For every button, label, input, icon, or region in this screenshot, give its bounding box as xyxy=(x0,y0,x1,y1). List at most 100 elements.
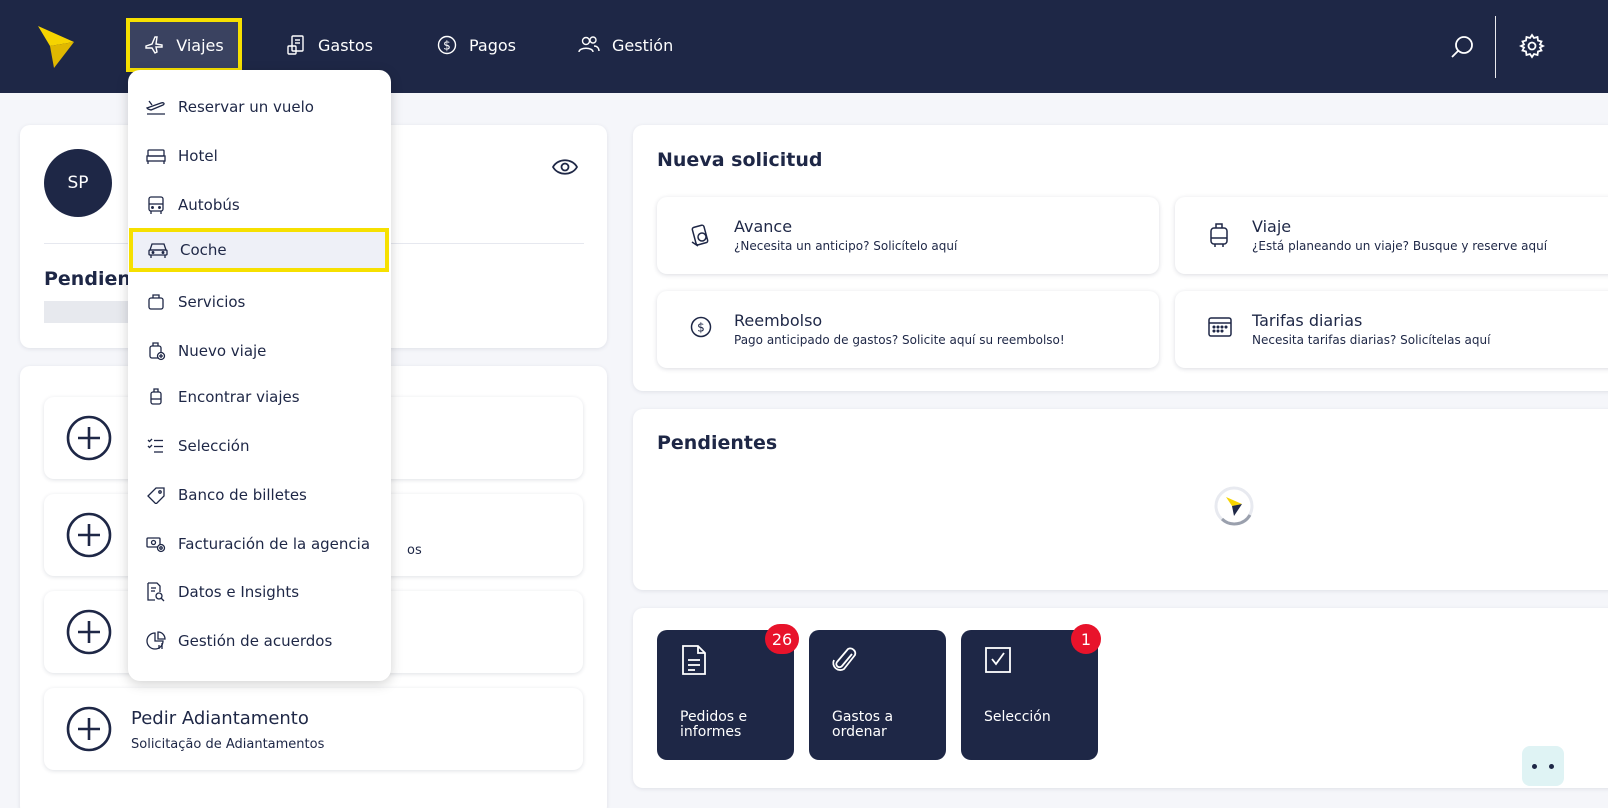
pending-title: Pendientes xyxy=(657,432,778,454)
request-tarifas-diarias[interactable]: Tarifas diarias Necesita tarifas diarias… xyxy=(1175,291,1608,368)
request-avance[interactable]: Avance ¿Necesita un anticipo? Solicítelo… xyxy=(657,197,1159,274)
menu-item-nuevo-viaje[interactable]: Nuevo viaje xyxy=(128,329,391,373)
menu-item-coche[interactable]: Coche xyxy=(129,228,389,272)
request-subtitle: Necesita tarifas diarias? Solicítelas aq… xyxy=(1252,333,1491,347)
svg-text:$: $ xyxy=(443,39,451,53)
nav-pagos[interactable]: $ Pagos xyxy=(437,18,516,72)
calendar-icon xyxy=(1208,317,1232,337)
bed-icon xyxy=(146,149,166,164)
request-title: Reembolso xyxy=(734,311,823,330)
menu-item-seleccion[interactable]: Selección xyxy=(128,424,391,468)
menu-item-label: Hotel xyxy=(178,147,218,165)
menu-item-label: Encontrar viajes xyxy=(178,388,300,406)
gear-icon[interactable] xyxy=(1519,33,1545,59)
nav-gestion[interactable]: Gestión xyxy=(578,18,673,72)
avatar[interactable]: SP xyxy=(44,149,112,217)
nav-gastos[interactable]: Gastos xyxy=(286,18,373,72)
airplane-icon xyxy=(145,36,163,54)
users-icon xyxy=(578,36,600,53)
menu-item-label: Nuevo viaje xyxy=(178,342,267,360)
request-title: Viaje xyxy=(1252,217,1292,236)
count-badge: 1 xyxy=(1071,624,1101,654)
request-title: Avance xyxy=(734,217,793,236)
document-icon xyxy=(682,645,706,675)
menu-item-encontrar-viajes[interactable]: Encontrar viajes xyxy=(128,375,391,419)
menu-item-label: Banco de billetes xyxy=(178,486,307,504)
menu-item-label: Reservar un vuelo xyxy=(178,98,314,116)
menu-item-label: Selección xyxy=(178,437,250,455)
bus-icon xyxy=(148,196,164,214)
receipt-icon xyxy=(287,35,304,55)
menu-item-label: Facturación de la agencia xyxy=(178,535,371,553)
eye-icon[interactable] xyxy=(552,157,578,177)
menu-item-banco-billetes[interactable]: Banco de billetes xyxy=(128,473,391,517)
request-title: Tarifas diarias xyxy=(1252,311,1363,330)
quick-action-subtitle: Solicitação de Adiantamentos xyxy=(131,737,325,752)
luggage-icon xyxy=(1210,223,1228,247)
nav-pagos-label: Pagos xyxy=(469,35,517,55)
menu-item-label: Autobús xyxy=(178,196,240,214)
quick-action-subtitle: os xyxy=(407,543,422,558)
menu-item-gestion-acuerdos[interactable]: Gestión de acuerdos xyxy=(128,619,391,663)
request-viaje[interactable]: Viaje ¿Está planeando un viaje? Busque y… xyxy=(1175,197,1608,274)
tile-pedidos-informes[interactable]: Pedidos e informes 26 xyxy=(657,624,799,760)
loading-spinner-icon xyxy=(1214,486,1254,526)
quick-action-title: Pedir Adiantamento xyxy=(131,708,309,729)
nav-viajes-label: Viajes xyxy=(176,35,224,55)
chat-eye-dot xyxy=(1549,764,1554,769)
agreement-chart-icon xyxy=(146,631,166,650)
menu-item-hotel[interactable]: Hotel xyxy=(128,134,391,178)
nav-gastos-label: Gastos xyxy=(318,35,373,55)
checkbox-icon xyxy=(985,647,1011,673)
car-icon xyxy=(148,243,168,258)
new-request-title: Nueva solicitud xyxy=(657,149,823,171)
dollar-icon: $ xyxy=(690,316,712,338)
nav-viajes[interactable]: Viajes xyxy=(126,18,242,72)
dollar-circle-icon: $ xyxy=(437,35,457,55)
luggage-icon xyxy=(150,388,162,405)
advance-icon xyxy=(691,224,709,247)
plus-circle-icon xyxy=(66,706,112,752)
menu-item-facturacion-agencia[interactable]: Facturación de la agencia xyxy=(128,522,391,566)
ticket-icon xyxy=(147,487,165,504)
briefcase-icon xyxy=(148,294,164,310)
nav-divider xyxy=(1495,16,1496,78)
luggage-add-icon xyxy=(149,342,166,361)
plus-circle-icon xyxy=(66,512,112,558)
plus-circle-icon xyxy=(66,609,112,655)
chat-eye-dot xyxy=(1532,764,1537,769)
menu-item-label: Servicios xyxy=(178,293,246,311)
tile-label: Pedidos e informes xyxy=(680,709,748,740)
request-reembolso[interactable]: $ Reembolso Pago anticipado de gastos? S… xyxy=(657,291,1159,368)
report-search-icon xyxy=(147,582,165,602)
tile-label: Selección xyxy=(984,709,1051,725)
menu-item-autobus[interactable]: Autobús xyxy=(128,183,391,227)
search-icon[interactable] xyxy=(1450,34,1476,60)
billing-settings-icon xyxy=(146,537,166,553)
svg-text:$: $ xyxy=(697,321,705,335)
menu-item-datos-insights[interactable]: Datos e Insights xyxy=(128,570,391,614)
count-badge: 26 xyxy=(765,624,799,654)
new-request-card: Nueva solicitud Avance ¿Necesita un anti… xyxy=(633,125,1608,391)
menu-item-servicios[interactable]: Servicios xyxy=(128,280,391,324)
tile-seleccion[interactable]: Selección 1 xyxy=(961,624,1101,760)
checklist-icon xyxy=(147,438,163,453)
quick-action-pedir-adiantamento[interactable]: Pedir Adiantamento Solicitação de Adiant… xyxy=(44,688,583,770)
plus-circle-icon xyxy=(66,415,112,461)
request-subtitle: ¿Necesita un anticipo? Solicítelo aquí xyxy=(734,239,958,253)
flight-takeoff-icon xyxy=(146,100,165,115)
menu-item-label: Datos e Insights xyxy=(178,583,300,601)
request-subtitle: ¿Está planeando un viaje? Busque y reser… xyxy=(1252,239,1548,253)
menu-item-reservar-vuelo[interactable]: Reservar un vuelo xyxy=(128,85,391,129)
app-logo[interactable] xyxy=(36,22,76,70)
menu-item-label: Coche xyxy=(180,241,227,259)
request-subtitle: Pago anticipado de gastos? Solicite aquí… xyxy=(734,333,1065,347)
viajes-dropdown-menu: Reservar un vuelo Hotel Autobús Coche Se… xyxy=(128,70,391,681)
nav-gestion-label: Gestión xyxy=(612,35,674,55)
chat-widget-button[interactable] xyxy=(1522,746,1564,786)
paperclip-icon xyxy=(832,647,857,671)
menu-item-label: Gestión de acuerdos xyxy=(178,632,333,650)
tile-gastos-ordenar[interactable]: Gastos a ordenar xyxy=(809,630,946,760)
shortcuts-card: Pedidos e informes 26 Gastos a ordenar S… xyxy=(633,608,1608,788)
tile-label: Gastos a ordenar xyxy=(832,709,894,740)
